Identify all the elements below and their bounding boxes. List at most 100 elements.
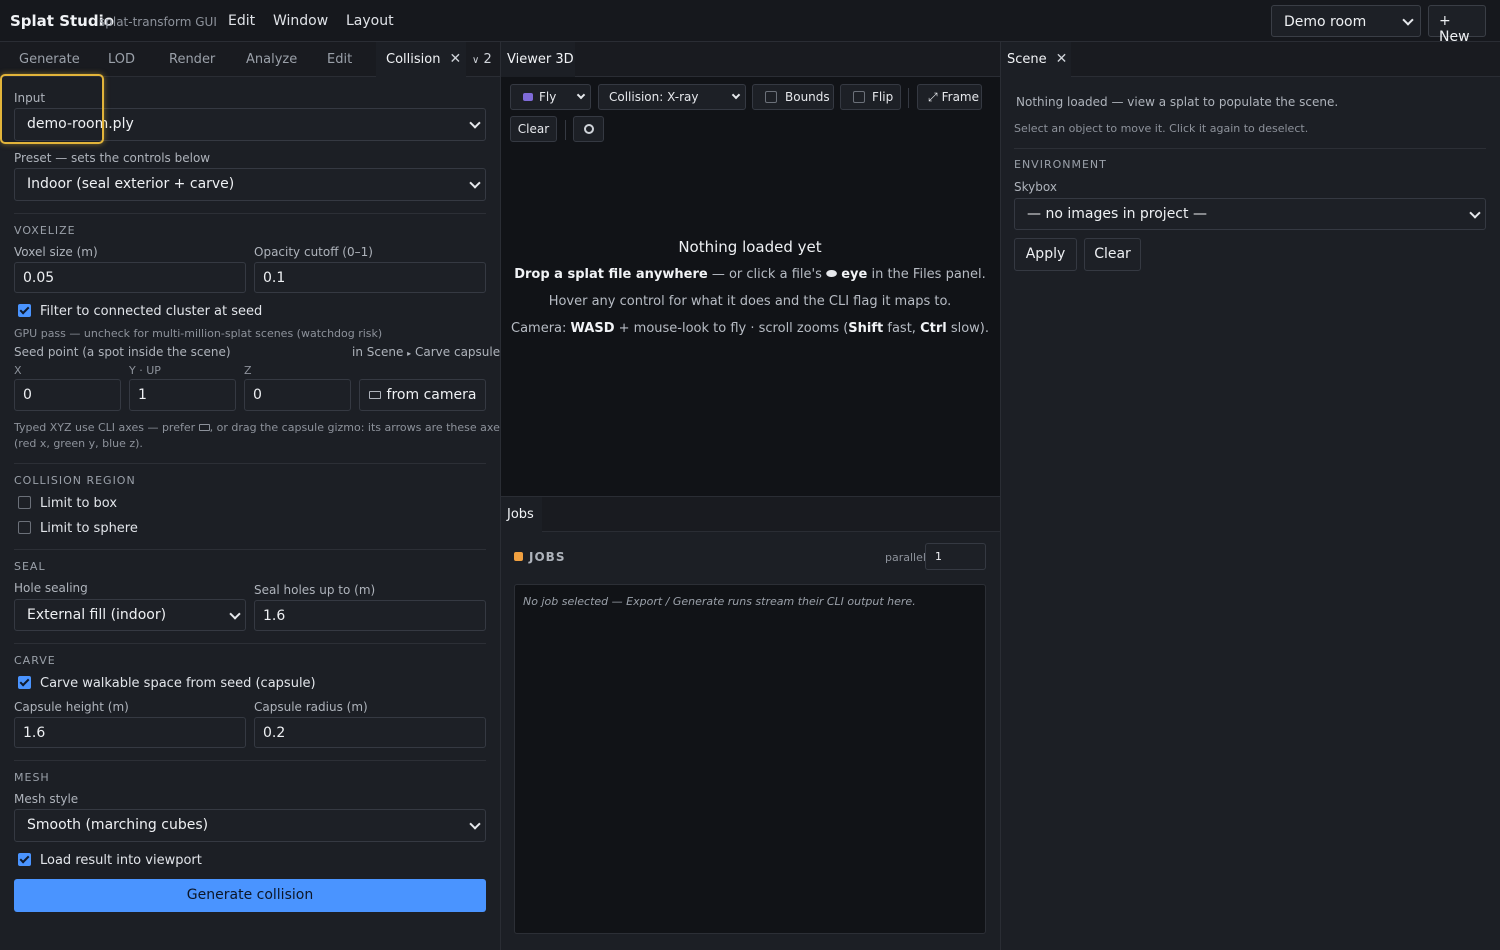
mesh-style-label: Mesh style bbox=[14, 792, 79, 806]
scene-panel bbox=[1001, 42, 1500, 950]
skybox-clear-button[interactable]: Clear bbox=[1084, 238, 1141, 271]
viewer-hover-hint: Hover any control for what it does and t… bbox=[548, 294, 952, 309]
from-camera-label: from camera bbox=[386, 387, 477, 403]
scene-select-hint: Select an object to move it. Click it ag… bbox=[1014, 122, 1309, 135]
drop-hint-bold: Drop a splat file anywhere bbox=[514, 267, 708, 282]
input-label: Input bbox=[14, 91, 46, 105]
seed-hint-capsule: Carve capsule bbox=[415, 345, 501, 359]
jobs-tabbar: Jobs bbox=[501, 497, 1000, 532]
carve-heading: CARVE bbox=[14, 654, 56, 667]
skybox-apply-button[interactable]: Apply bbox=[1014, 238, 1077, 271]
tab-analyze[interactable]: Analyze bbox=[246, 42, 297, 77]
input-select[interactable]: demo-room.ply bbox=[14, 108, 486, 141]
frame-button[interactable]: ⤢ Frame bbox=[917, 84, 982, 110]
flip-toggle[interactable]: Flip bbox=[840, 84, 901, 110]
tab-collision[interactable]: Collision ✕ bbox=[376, 42, 466, 77]
limit-sphere-checkbox[interactable] bbox=[18, 521, 31, 534]
new-project-button[interactable]: + New bbox=[1428, 5, 1486, 45]
skybox-select[interactable]: — no images in project — bbox=[1014, 198, 1486, 230]
capsule-height-label: Capsule height (m) bbox=[14, 700, 129, 714]
drop-hint-eye: eye bbox=[841, 267, 868, 282]
tab-viewer-3d[interactable]: Viewer 3D bbox=[501, 42, 575, 77]
menubar: Splat Studio splat-transform GUI Edit Wi… bbox=[0, 0, 1500, 45]
toolbar-separator bbox=[908, 88, 909, 108]
tab-edit[interactable]: Edit bbox=[327, 42, 352, 77]
menu-edit[interactable]: Edit bbox=[228, 13, 255, 29]
axes-note-prefix: Typed XYZ use CLI axes — prefer bbox=[14, 421, 196, 434]
capsule-height-input[interactable]: 1.6 bbox=[14, 717, 246, 748]
chevron-down-icon: ∨ bbox=[472, 55, 480, 66]
tab-generate[interactable]: Generate bbox=[19, 42, 80, 77]
viewer-clear-button[interactable]: Clear bbox=[510, 116, 557, 142]
axes-note-line1: Typed XYZ use CLI axes — prefer , or dra… bbox=[14, 421, 506, 434]
hole-sealing-select[interactable]: External fill (indoor) bbox=[14, 599, 246, 631]
mesh-heading: MESH bbox=[14, 771, 50, 784]
tab-lod[interactable]: LOD bbox=[108, 42, 135, 77]
project-select[interactable]: Demo room bbox=[1271, 5, 1421, 37]
mesh-style-select[interactable]: Smooth (marching cubes) bbox=[14, 809, 486, 842]
capsule-radius-input[interactable]: 0.2 bbox=[254, 717, 486, 748]
gamepad-icon bbox=[523, 93, 533, 101]
gear-icon bbox=[583, 124, 594, 134]
close-icon[interactable]: ✕ bbox=[449, 42, 461, 77]
capsule-radius-label: Capsule radius (m) bbox=[254, 700, 368, 714]
job-log[interactable]: No job selected — Export / Generate runs… bbox=[514, 584, 986, 934]
opacity-cutoff-input[interactable]: 0.1 bbox=[254, 262, 486, 293]
seed-y-input[interactable]: 1 bbox=[129, 379, 236, 411]
job-log-empty: No job selected — Export / Generate runs… bbox=[523, 595, 916, 608]
tab-jobs[interactable]: Jobs bbox=[501, 497, 542, 532]
seed-x-input[interactable]: 0 bbox=[14, 379, 121, 411]
preset-select[interactable]: Indoor (seal exterior + carve) bbox=[14, 168, 486, 201]
hole-sealing-label: Hole sealing bbox=[14, 581, 88, 595]
load-result-label: Load result into viewport bbox=[40, 853, 202, 868]
y-label: Y · UP bbox=[129, 364, 161, 377]
cam-4: slow). bbox=[946, 321, 989, 336]
cam-3: fast, bbox=[883, 321, 921, 336]
app-subtitle: splat-transform GUI bbox=[99, 15, 217, 29]
viewer-settings-button[interactable] bbox=[573, 116, 604, 142]
chevron-down-icon bbox=[469, 818, 481, 830]
menu-window[interactable]: Window bbox=[273, 13, 328, 29]
camera-mode-value: Fly bbox=[539, 90, 557, 104]
seal-holes-input[interactable]: 1.6 bbox=[254, 600, 486, 631]
frame-label: Frame bbox=[941, 90, 979, 104]
seed-z-input[interactable]: 0 bbox=[244, 379, 351, 411]
viewer-drop-hint: Drop a splat file anywhere — or click a … bbox=[500, 267, 1000, 282]
parallel-input[interactable]: 1 bbox=[925, 543, 986, 570]
drop-hint-rest: — or click a file's bbox=[707, 267, 826, 282]
divider bbox=[1014, 148, 1486, 149]
left-tabbar: Generate LOD Render Analyze Edit Collisi… bbox=[0, 42, 500, 77]
tab-render[interactable]: Render bbox=[169, 42, 215, 77]
tab-scene[interactable]: Scene ✕ bbox=[1001, 42, 1071, 77]
chevron-down-icon bbox=[1469, 207, 1481, 219]
divider bbox=[14, 213, 486, 214]
close-icon[interactable]: ✕ bbox=[1056, 42, 1068, 77]
bounds-checkbox[interactable] bbox=[765, 91, 777, 103]
seal-heading: SEAL bbox=[14, 560, 46, 573]
jobs-status-dot bbox=[514, 552, 523, 561]
chevron-down-icon bbox=[731, 90, 741, 100]
generate-collision-button[interactable]: Generate collision bbox=[14, 879, 486, 912]
collision-view-select[interactable]: Collision: X-ray bbox=[598, 84, 746, 110]
seal-holes-label: Seal holes up to (m) bbox=[254, 583, 376, 597]
collision-region-heading: COLLISION REGION bbox=[14, 474, 136, 487]
divider bbox=[14, 760, 486, 761]
x-label: X bbox=[14, 364, 22, 377]
divider bbox=[14, 643, 486, 644]
carve-checkbox[interactable] bbox=[18, 676, 31, 689]
from-camera-button[interactable]: from camera bbox=[359, 379, 486, 411]
chevron-down-icon bbox=[229, 608, 241, 620]
limit-box-checkbox[interactable] bbox=[18, 496, 31, 509]
bounds-toggle[interactable]: Bounds bbox=[752, 84, 834, 110]
scene-nothing-loaded: Nothing loaded — view a splat to populat… bbox=[1016, 95, 1339, 109]
viewer-empty-title: Nothing loaded yet bbox=[678, 238, 822, 256]
load-result-checkbox[interactable] bbox=[18, 853, 31, 866]
camera-mode-select[interactable]: Fly bbox=[510, 84, 591, 110]
flip-checkbox[interactable] bbox=[853, 91, 865, 103]
menu-layout[interactable]: Layout bbox=[346, 13, 394, 29]
voxel-size-input[interactable]: 0.05 bbox=[14, 262, 246, 293]
tab-overflow[interactable]: ∨ 2 bbox=[472, 42, 492, 77]
cam-2: + mouse-look to fly · scroll zooms ( bbox=[614, 321, 849, 336]
flip-label: Flip bbox=[872, 90, 894, 104]
filter-cluster-checkbox[interactable] bbox=[18, 304, 31, 317]
